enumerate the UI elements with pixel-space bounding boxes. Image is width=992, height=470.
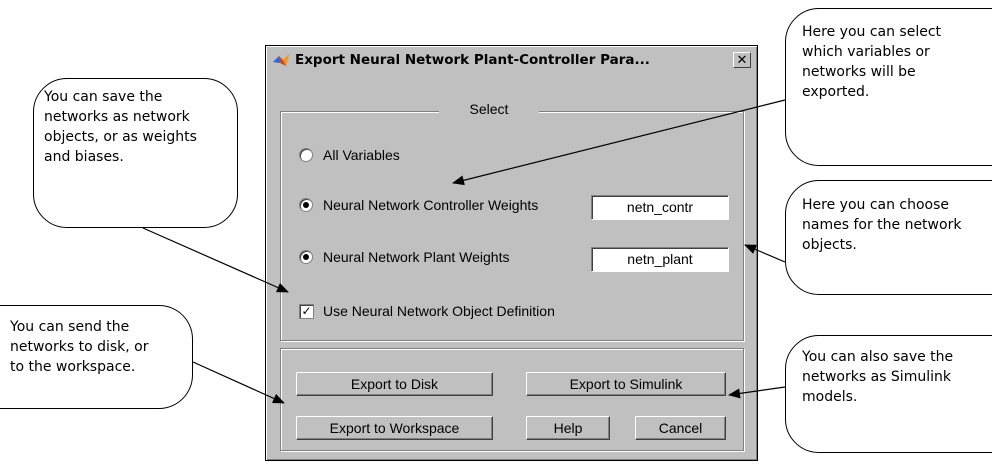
option-controller-weights[interactable]: Neural Network Controller Weights bbox=[299, 197, 538, 213]
callout-line: You can also save the bbox=[802, 349, 954, 365]
controller-name-field[interactable]: netn_contr bbox=[591, 195, 729, 220]
option-all-variables[interactable]: All Variables bbox=[299, 147, 400, 163]
callout-line: You can send the bbox=[10, 319, 130, 335]
callout-line: networks as network bbox=[44, 109, 190, 125]
checkmark-icon[interactable]: ✓ bbox=[299, 303, 314, 319]
callout-line: objects. bbox=[802, 237, 857, 253]
callout-save-objects: You can save the networks as network obj… bbox=[33, 78, 238, 228]
callout-select-vars: Here you can select which variables or n… bbox=[785, 8, 992, 166]
export-to-simulink-button[interactable]: Export to Simulink bbox=[526, 372, 726, 396]
cancel-button[interactable]: Cancel bbox=[635, 416, 726, 440]
export-to-workspace-button[interactable]: Export to Workspace bbox=[296, 416, 493, 440]
radio-controller-weights[interactable] bbox=[299, 198, 313, 212]
radio-plant-weights[interactable] bbox=[299, 250, 313, 264]
callout-line: and biases. bbox=[44, 149, 124, 165]
callout-line: exported. bbox=[802, 84, 870, 100]
callout-line: Here you can select bbox=[802, 24, 942, 40]
callout-line: You can save the bbox=[44, 89, 163, 105]
export-dialog: Export Neural Network Plant-Controller P… bbox=[265, 45, 758, 461]
callout-send-disk: You can send the networks to disk, or to… bbox=[0, 305, 193, 409]
option-object-definition[interactable]: ✓ Use Neural Network Object Definition bbox=[299, 303, 555, 319]
callout-line: Here you can choose bbox=[802, 197, 950, 213]
callout-line: to the workspace. bbox=[10, 359, 136, 375]
callout-line: objects, or as weights bbox=[44, 129, 197, 145]
export-to-disk-button[interactable]: Export to Disk bbox=[296, 372, 493, 396]
option-all-variables-label: All Variables bbox=[323, 147, 400, 163]
callout-line: names for the network bbox=[802, 217, 962, 233]
callout-line: models. bbox=[802, 389, 858, 405]
callout-line: networks to disk, or bbox=[10, 339, 149, 355]
radio-all-variables[interactable] bbox=[299, 148, 313, 162]
dialog-title: Export Neural Network Plant-Controller P… bbox=[295, 52, 650, 68]
callout-line: which variables or bbox=[802, 44, 930, 60]
option-object-definition-label: Use Neural Network Object Definition bbox=[323, 303, 555, 319]
matlab-membrane-icon bbox=[273, 54, 289, 66]
help-button[interactable]: Help bbox=[526, 416, 610, 440]
close-icon[interactable]: ✕ bbox=[733, 52, 751, 68]
option-controller-weights-label: Neural Network Controller Weights bbox=[323, 197, 539, 213]
title-bar: Export Neural Network Plant-Controller P… bbox=[269, 49, 754, 71]
select-legend: Select bbox=[439, 101, 539, 117]
callout-line: networks will be bbox=[802, 64, 916, 80]
callout-simulink: You can also save the networks as Simuli… bbox=[785, 335, 992, 453]
callout-choose-names: Here you can choose names for the networ… bbox=[785, 180, 992, 295]
callout-line: networks as Simulink bbox=[802, 369, 951, 385]
option-plant-weights[interactable]: Neural Network Plant Weights bbox=[299, 249, 509, 265]
option-plant-weights-label: Neural Network Plant Weights bbox=[323, 249, 510, 265]
plant-name-field[interactable]: netn_plant bbox=[591, 247, 729, 272]
